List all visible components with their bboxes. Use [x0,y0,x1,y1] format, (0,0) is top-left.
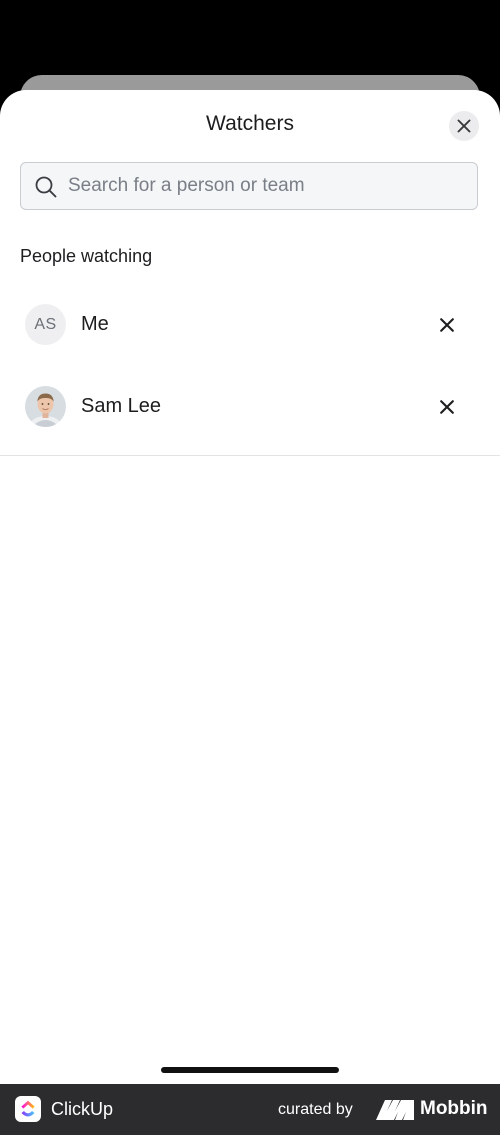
avatar-photo [25,386,66,427]
remove-watcher-button[interactable] [433,393,461,421]
screen: Watchers People watching AS Me [0,0,500,1135]
close-icon [440,400,454,414]
search-icon [35,176,57,198]
clickup-logo-icon [15,1096,41,1122]
divider [0,455,500,456]
home-indicator[interactable] [161,1067,339,1073]
footer-bar: ClickUp curated by Mobbin [0,1084,500,1135]
avatar [25,386,66,427]
avatar: AS [25,304,66,345]
search-field[interactable] [20,162,478,210]
close-icon [440,318,454,332]
curated-by-label: curated by [278,1101,353,1118]
brand-name: Mobbin [420,1098,488,1119]
search-input[interactable] [68,163,468,209]
watcher-row-sam-lee: Sam Lee [0,377,500,437]
sheet-title: Watchers [206,112,294,135]
close-icon [457,119,471,133]
app-name: ClickUp [51,1099,114,1119]
mobbin-logo-icon [376,1100,414,1120]
watcher-row-me: AS Me [0,295,500,355]
remove-watcher-button[interactable] [433,311,461,339]
watcher-name: Me [81,313,109,335]
watchers-sheet: Watchers People watching AS Me [0,90,500,1084]
watcher-name: Sam Lee [81,395,162,417]
close-button[interactable] [449,111,479,141]
section-label: People watching [20,246,153,266]
